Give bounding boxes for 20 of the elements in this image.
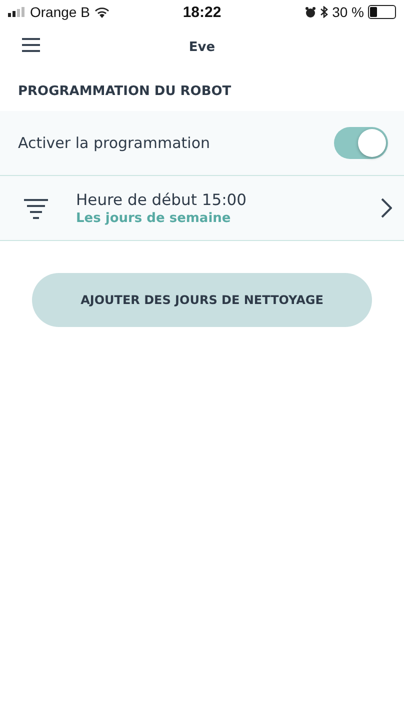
add-days-button[interactable]: AJOUTER DES JOURS DE NETTOYAGE xyxy=(32,273,372,327)
schedule-title: Heure de début 15:00 xyxy=(76,190,248,208)
battery-icon xyxy=(368,5,396,19)
filter-icon xyxy=(24,196,48,220)
chevron-icon xyxy=(381,198,392,218)
status-time: 18:22 xyxy=(182,4,222,20)
toggle-label: Activer la programmation xyxy=(18,134,210,152)
toggle-switch[interactable] xyxy=(334,127,388,159)
menu-icon xyxy=(22,38,40,52)
bluetooth-icon xyxy=(320,6,328,18)
battery-percent: 30 % xyxy=(332,4,364,20)
carrier-name: Orange B xyxy=(30,4,90,20)
signal-icon xyxy=(8,7,26,17)
wifi-icon xyxy=(94,6,110,18)
alarm-icon xyxy=(305,6,316,18)
menu-button[interactable] xyxy=(22,38,40,52)
section-title: PROGRAMMATION DU ROBOT xyxy=(17,83,232,101)
schedule-days: Les jours de semaine xyxy=(76,210,353,226)
schedule-item[interactable]: Heure de début 15:00 Les jours de semaine xyxy=(0,176,404,241)
header-title: Eve xyxy=(188,40,216,54)
